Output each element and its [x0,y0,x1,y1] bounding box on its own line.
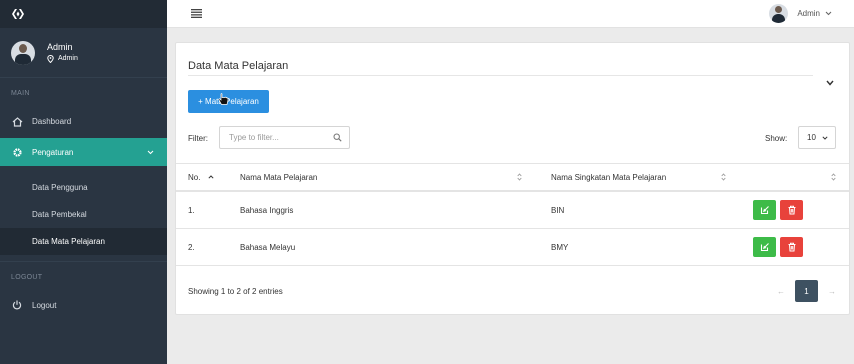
column-header-nama[interactable]: Nama Mata Pelajaran [240,164,317,190]
sidebar-item-label: Dashboard [32,117,72,126]
sidebar-item-logout[interactable]: Logout [0,291,167,319]
pagination: ← 1 → [773,280,840,302]
sidebar-item-dashboard[interactable]: Dashboard [0,108,167,135]
data-table: No. Nama Mata Pelajaran Nama Singkatan M… [176,163,849,266]
cell-singkatan: BMY [551,242,569,252]
sidebar-item-label: Logout [32,300,57,310]
filter-input[interactable] [219,126,350,149]
chevron-down-icon [822,135,828,140]
hand-cursor-icon [218,93,229,105]
sidebar-item-label: Pengaturan [32,147,74,157]
column-header-no[interactable]: No. [188,164,215,190]
sidebar-subitem-data-mata-pelajaran[interactable]: Data Mata Pelajaran [0,228,167,255]
section-title-main: MAIN [11,90,30,97]
sidebar-user-role: Admin [58,54,78,62]
edit-button[interactable] [753,200,776,220]
table-info: Showing 1 to 2 of 2 entries [188,287,283,296]
sort-icon[interactable] [721,164,726,190]
column-header-singkatan[interactable]: Nama Singkatan Mata Pelajaran [551,164,666,190]
pagination-prev[interactable]: ← [773,287,789,296]
power-icon [12,300,22,310]
delete-button[interactable] [780,200,803,220]
table-row: 1. Bahasa Inggris BIN [176,192,849,229]
content-panel: Data Mata Pelajaran + Mata Pelajaran Fil… [175,42,850,315]
table-row: 2. Bahasa Melayu BMY [176,229,849,266]
sidebar-user: Admin Admin [0,28,167,78]
section-title-logout: LOGOUT [11,274,43,281]
sidebar-user-name: Admin [47,41,73,52]
trash-icon [788,205,795,215]
avatar [769,4,789,23]
sort-asc-icon [208,175,215,179]
sidebar: Admin Admin MAIN Dashboard Pengaturan Da… [0,0,167,364]
cell-no: 2. [188,242,195,252]
cell-nama: Bahasa Melayu [240,242,296,252]
cell-singkatan: BIN [551,205,565,215]
pagination-next[interactable]: → [824,287,840,296]
home-icon [12,116,22,127]
menu-toggle-icon[interactable] [191,9,202,18]
topbar: Admin [167,0,854,28]
delete-button[interactable] [780,237,803,257]
avatar [11,40,35,65]
chevron-down-icon [825,11,832,16]
show-label: Show: [765,134,788,143]
divider [188,75,813,76]
search-icon [333,133,342,142]
pagination-page[interactable]: 1 [795,280,818,302]
edit-icon [760,243,769,252]
sidebar-item-pengaturan[interactable]: Pengaturan [0,138,167,166]
filter-label: Filter: [188,134,208,143]
sort-icon[interactable] [831,164,836,190]
gear-icon [12,147,22,157]
sidebar-subitem-data-pengguna[interactable]: Data Pengguna [0,174,167,201]
user-menu-label: Admin [797,9,820,18]
user-menu[interactable]: Admin [769,4,832,23]
trash-icon [788,242,795,252]
page-size-select[interactable]: 10 [798,126,836,149]
logo-icon [12,9,24,19]
cell-no: 1. [188,205,195,215]
chevron-down-icon [147,150,154,155]
cell-nama: Bahasa Inggris [240,205,294,215]
collapse-chevron-icon[interactable] [826,80,834,86]
table-header: No. Nama Mata Pelajaran Nama Singkatan M… [176,163,849,192]
edit-button[interactable] [753,237,776,257]
panel-title: Data Mata Pelajaran [188,60,289,72]
location-pin-icon [47,54,54,63]
logo[interactable] [0,0,167,28]
edit-icon [760,206,769,215]
page-size-value: 10 [807,133,816,142]
sidebar-subitem-data-pembekal[interactable]: Data Pembekal [0,201,167,228]
sort-icon[interactable] [517,164,522,190]
